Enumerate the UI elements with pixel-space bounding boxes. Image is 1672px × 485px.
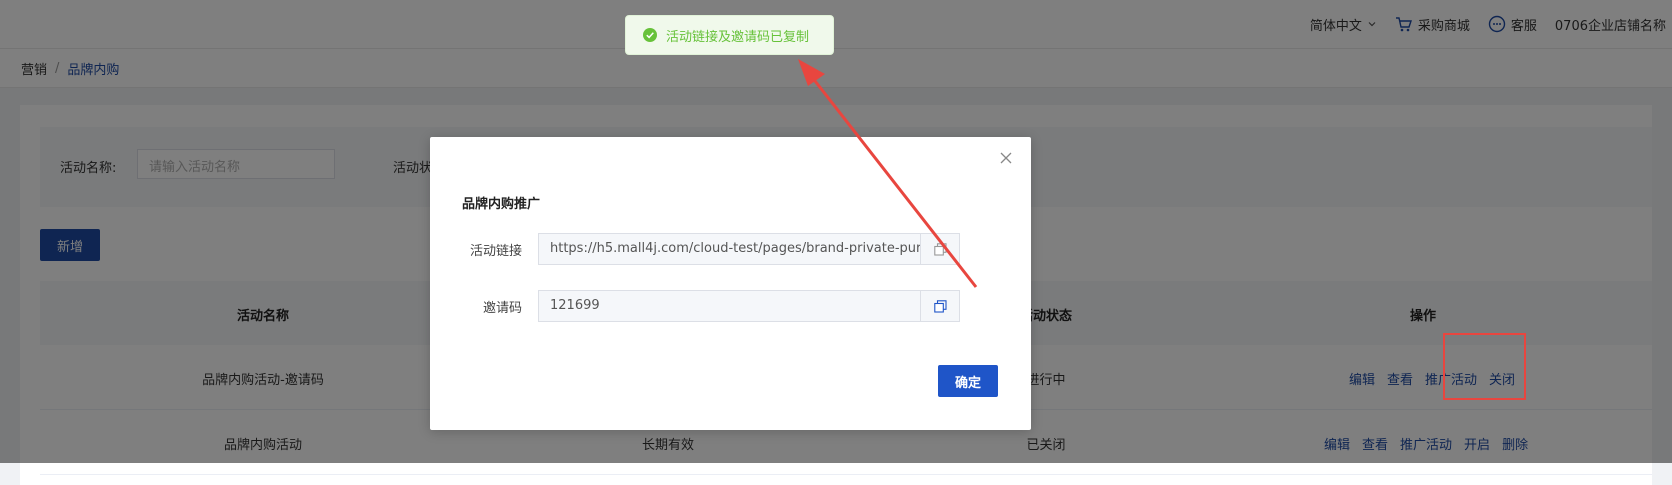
annotation-arrow bbox=[798, 59, 978, 288]
